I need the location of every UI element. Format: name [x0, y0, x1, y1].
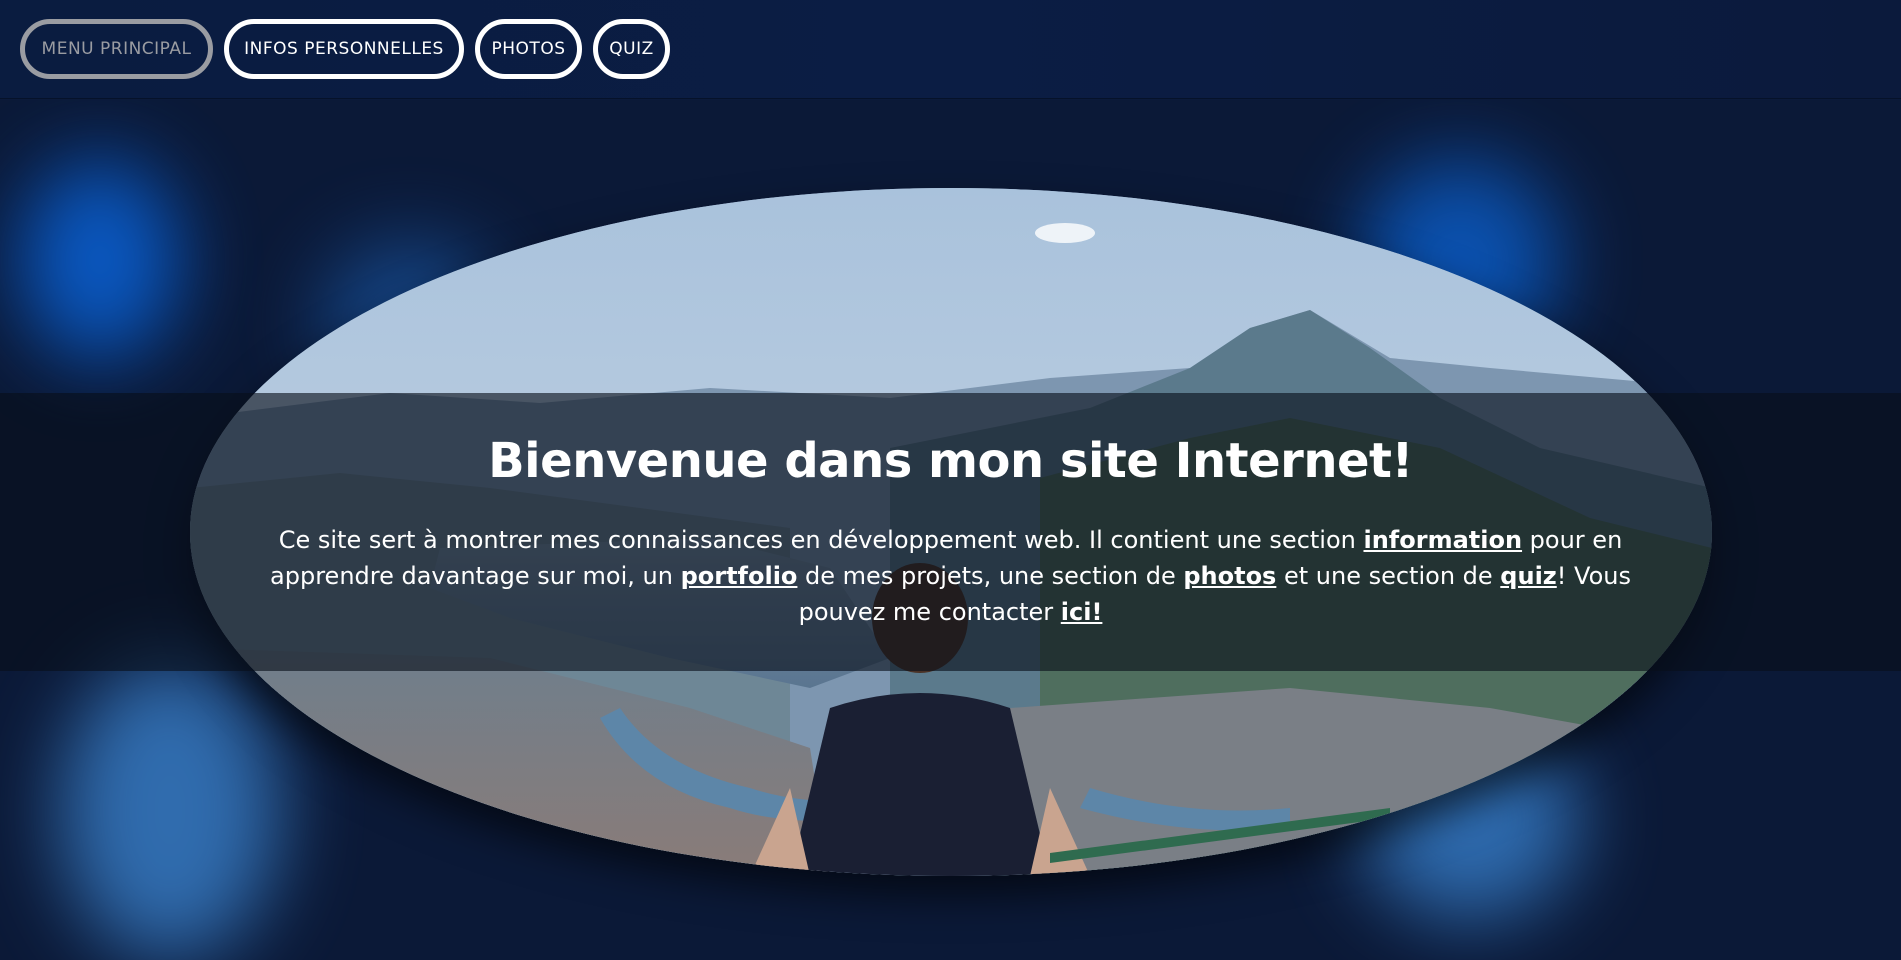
nav-button-photos[interactable]: PHOTOS — [475, 19, 582, 79]
intro-text-segment: et une section de — [1276, 562, 1501, 590]
background-glow — [20, 160, 180, 360]
background-glow — [60, 660, 280, 960]
link-information[interactable]: information — [1363, 526, 1522, 554]
intro-text-segment: de mes projets, une section de — [797, 562, 1184, 590]
nav-button-quiz[interactable]: QUIZ — [593, 19, 670, 79]
page: MENU PRINCIPAL INFOS PERSONNELLES PHOTOS… — [0, 0, 1901, 960]
intro-text: Ce site sert à montrer mes connaissances… — [230, 522, 1671, 630]
nav-button-menu-principal[interactable]: MENU PRINCIPAL — [20, 19, 213, 79]
page-title: Bienvenue dans mon site Internet! — [488, 433, 1413, 489]
nav-button-infos-personnelles[interactable]: INFOS PERSONNELLES — [224, 19, 464, 79]
intro-text-segment: Ce site sert à montrer mes connaissances… — [278, 526, 1364, 554]
link-portfolio[interactable]: portfolio — [681, 562, 798, 590]
link-quiz[interactable]: quiz — [1500, 562, 1556, 590]
link-photos[interactable]: photos — [1183, 562, 1276, 590]
top-navigation: MENU PRINCIPAL INFOS PERSONNELLES PHOTOS… — [0, 0, 1901, 99]
link-contact[interactable]: ici! — [1061, 598, 1103, 626]
